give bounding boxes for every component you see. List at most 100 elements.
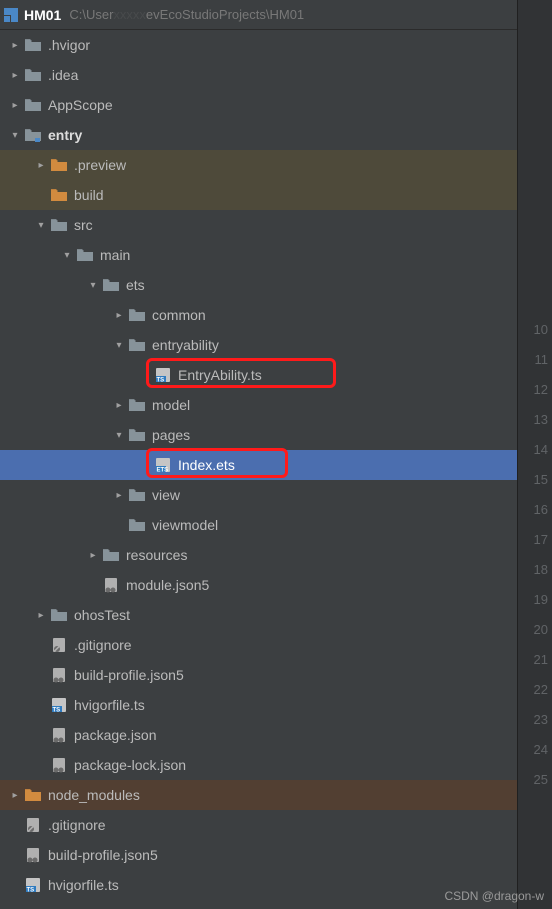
tree-item-label: AppScope — [48, 90, 113, 120]
tree-item[interactable]: ▸.gitignore — [0, 630, 517, 660]
tree-item-label: ohosTest — [74, 600, 130, 630]
file-icon: TS — [50, 696, 68, 714]
chevron-right-icon[interactable]: ▸ — [6, 40, 24, 51]
chevron-down-icon[interactable]: ▾ — [110, 430, 128, 441]
chevron-right-icon[interactable]: ▸ — [110, 490, 128, 501]
project-tree[interactable]: HM01 C:\UserxxxxxevEcoStudioProjects\HM0… — [0, 0, 517, 909]
folder-icon — [24, 126, 42, 144]
tree-item[interactable]: ▸ETSIndex.ets — [0, 450, 517, 480]
tree-item-label: node_modules — [48, 780, 140, 810]
tree-item-label: build-profile.json5 — [74, 660, 184, 690]
tree-item[interactable]: ▸common — [0, 300, 517, 330]
file-icon: TS — [24, 876, 42, 894]
tree-item-label: entry — [48, 120, 82, 150]
tree-item[interactable]: ▸module.json5 — [0, 570, 517, 600]
tree-item[interactable]: ▸ view — [0, 480, 517, 510]
tree-item-label: build — [74, 180, 104, 210]
tree-item[interactable]: ▸ .hvigor — [0, 30, 517, 60]
tree-item[interactable]: ▾ entry — [0, 120, 517, 150]
chevron-down-icon[interactable]: ▾ — [6, 130, 24, 141]
chevron-down-icon[interactable]: ▾ — [32, 220, 50, 231]
folder-icon — [24, 786, 42, 804]
folder-icon — [128, 306, 146, 324]
svg-text:ETS: ETS — [157, 468, 169, 474]
project-header: HM01 C:\UserxxxxxevEcoStudioProjects\HM0… — [0, 0, 517, 30]
folder-icon — [50, 216, 68, 234]
tree-item-label: build-profile.json5 — [48, 840, 158, 870]
line-number: 22 — [518, 675, 552, 705]
file-icon — [24, 846, 42, 864]
project-title: HM01 — [24, 7, 61, 23]
tree-item[interactable]: ▸ .preview — [0, 150, 517, 180]
tree-item-label: pages — [152, 420, 190, 450]
chevron-right-icon[interactable]: ▸ — [110, 400, 128, 411]
folder-icon — [50, 156, 68, 174]
tree-item[interactable]: ▸build-profile.json5 — [0, 840, 517, 870]
file-icon — [102, 576, 120, 594]
file-icon: TS — [154, 366, 172, 384]
chevron-right-icon[interactable]: ▸ — [32, 160, 50, 171]
chevron-right-icon[interactable]: ▸ — [6, 790, 24, 801]
tree-item-label: .idea — [48, 60, 78, 90]
folder-icon — [50, 606, 68, 624]
line-number: 14 — [518, 435, 552, 465]
tree-item-label: EntryAbility.ts — [178, 360, 262, 390]
watermark: CSDN @dragon-w — [444, 889, 544, 903]
tree-item-label: main — [100, 240, 130, 270]
line-number: 21 — [518, 645, 552, 675]
tree-item[interactable]: ▸.gitignore — [0, 810, 517, 840]
line-number: 20 — [518, 615, 552, 645]
tree-item[interactable]: ▸build-profile.json5 — [0, 660, 517, 690]
tree-item[interactable]: ▸TShvigorfile.ts — [0, 690, 517, 720]
folder-icon — [24, 36, 42, 54]
tree-item-label: package.json — [74, 720, 157, 750]
tree-item[interactable]: ▸package-lock.json — [0, 750, 517, 780]
tree-item[interactable]: ▾entryability — [0, 330, 517, 360]
line-number: 25 — [518, 765, 552, 795]
tree-item[interactable]: ▸ ohosTest — [0, 600, 517, 630]
chevron-down-icon[interactable]: ▾ — [110, 340, 128, 351]
chevron-right-icon[interactable]: ▸ — [32, 610, 50, 621]
line-number: 11 — [518, 345, 552, 375]
project-path: C:\UserxxxxxevEcoStudioProjects\HM01 — [69, 7, 304, 22]
chevron-right-icon[interactable]: ▸ — [6, 100, 24, 111]
tree-item[interactable]: ▸model — [0, 390, 517, 420]
tree-item-label: .preview — [74, 150, 126, 180]
tree-item[interactable]: ▾ main — [0, 240, 517, 270]
folder-icon — [128, 336, 146, 354]
tree-item-label: hvigorfile.ts — [48, 870, 119, 900]
chevron-down-icon[interactable]: ▾ — [84, 280, 102, 291]
file-icon — [24, 816, 42, 834]
line-number: 18 — [518, 555, 552, 585]
line-number: 17 — [518, 525, 552, 555]
line-number: 24 — [518, 735, 552, 765]
tree-item-label: hvigorfile.ts — [74, 690, 145, 720]
chevron-down-icon[interactable]: ▾ — [58, 250, 76, 261]
chevron-right-icon[interactable]: ▸ — [84, 550, 102, 561]
tree-item-label: .hvigor — [48, 30, 90, 60]
tree-item[interactable]: ▾src — [0, 210, 517, 240]
tree-item[interactable]: ▾ pages — [0, 420, 517, 450]
tree-item[interactable]: ▸ .idea — [0, 60, 517, 90]
tree-item[interactable]: ▸resources — [0, 540, 517, 570]
tree-item[interactable]: ▸viewmodel — [0, 510, 517, 540]
chevron-right-icon[interactable]: ▸ — [6, 70, 24, 81]
folder-icon — [102, 546, 120, 564]
folder-icon — [128, 516, 146, 534]
tree-item[interactable]: ▸ node_modules — [0, 780, 517, 810]
line-number: 16 — [518, 495, 552, 525]
line-number: 13 — [518, 405, 552, 435]
tree-item-label: view — [152, 480, 180, 510]
line-number: 12 — [518, 375, 552, 405]
tree-item[interactable]: ▸TSEntryAbility.ts — [0, 360, 517, 390]
tree-item[interactable]: ▸package.json — [0, 720, 517, 750]
line-number: 23 — [518, 705, 552, 735]
tree-item[interactable]: ▸TShvigorfile.ts — [0, 870, 517, 900]
chevron-right-icon[interactable]: ▸ — [110, 310, 128, 321]
folder-icon — [128, 426, 146, 444]
tree-item[interactable]: ▸build — [0, 180, 517, 210]
tree-item-label: .gitignore — [48, 810, 106, 840]
tree-item[interactable]: ▸ AppScope — [0, 90, 517, 120]
tree-item[interactable]: ▾ets — [0, 270, 517, 300]
tree-item-label: viewmodel — [152, 510, 218, 540]
